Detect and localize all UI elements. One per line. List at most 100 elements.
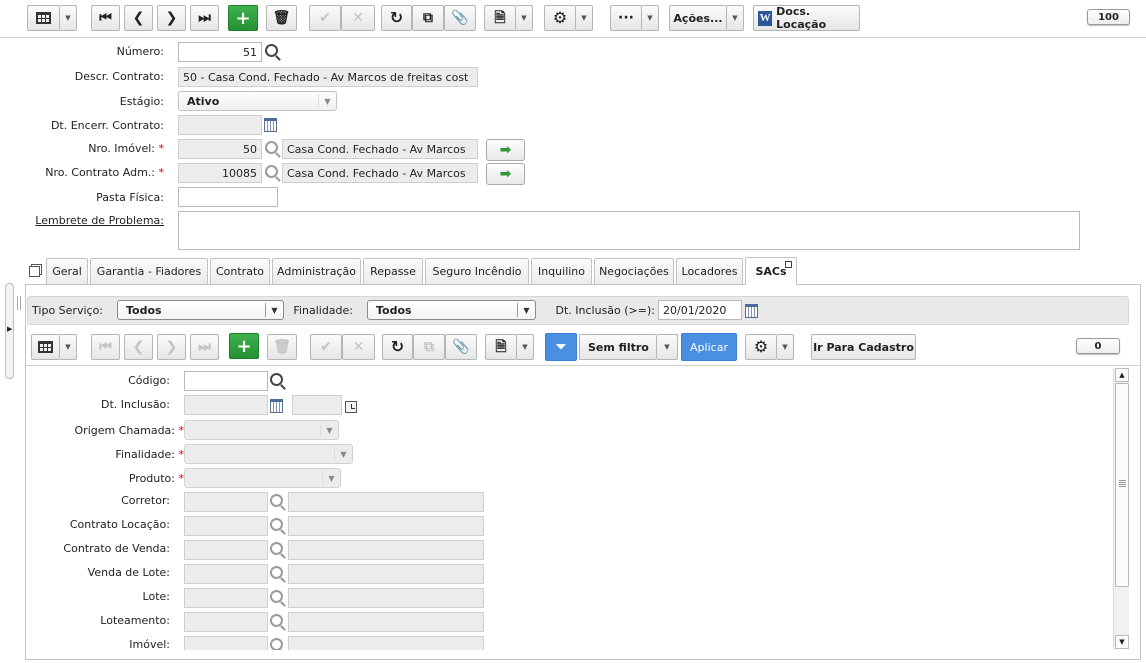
codigo-input[interactable] <box>184 371 268 391</box>
imovel-search-icon[interactable] <box>270 638 283 650</box>
sacs-last-record-button[interactable]: ⏭ <box>190 334 219 360</box>
sacs-cancel-button[interactable]: ✕ <box>342 334 375 360</box>
numero-input[interactable]: 51 <box>178 42 262 62</box>
sac-hora-inclusao-input[interactable] <box>292 395 342 415</box>
sacs-copy-button[interactable]: ⧉ <box>413 334 445 360</box>
nro-imovel-search-icon[interactable] <box>265 141 278 154</box>
produto-select[interactable]: ▼ <box>184 468 341 488</box>
add-button[interactable]: + <box>228 5 258 31</box>
dt-encerr-input[interactable] <box>178 115 262 135</box>
first-record-button[interactable]: ⏮ <box>91 5 120 31</box>
sacs-grid-view-button[interactable] <box>31 334 60 360</box>
calendar-icon[interactable] <box>270 399 283 413</box>
actions-dropdown[interactable] <box>727 5 744 31</box>
filter-button[interactable]: ⏷ <box>545 333 577 361</box>
sacs-first-record-button[interactable]: ⏮ <box>91 334 120 360</box>
export-button[interactable]: 🗎 <box>484 5 516 31</box>
last-record-button[interactable]: ⏭ <box>190 5 219 31</box>
venda-lote-input[interactable] <box>184 564 268 584</box>
codigo-search-icon[interactable] <box>270 373 283 386</box>
copy-button[interactable]: ⧉ <box>412 5 444 31</box>
export-dropdown[interactable] <box>516 5 533 31</box>
sacs-grid-view-dropdown[interactable] <box>60 334 77 360</box>
corretor-input[interactable] <box>184 492 268 512</box>
sacs-next-record-button[interactable]: ❯ <box>157 334 186 360</box>
tab-garantia-fiadores[interactable]: Garantia - Fiadores <box>90 258 208 284</box>
side-panel-handle[interactable]: ▶ <box>5 283 14 379</box>
nro-contrato-adm-search-icon[interactable] <box>265 165 278 178</box>
grid-view-dropdown[interactable] <box>60 5 77 31</box>
lembrete-problema-link[interactable]: Lembrete de Problema: <box>35 214 164 227</box>
confirm-button[interactable]: ✔ <box>309 5 341 31</box>
loteamento-search-icon[interactable] <box>270 614 283 627</box>
sacs-export-dropdown[interactable] <box>517 334 534 360</box>
calendar-icon[interactable] <box>745 304 758 318</box>
delete-button[interactable]: 🗑 <box>266 5 297 31</box>
calendar-icon[interactable] <box>264 118 277 132</box>
contrato-locacao-input[interactable] <box>184 516 268 536</box>
contrato-venda-input[interactable] <box>184 540 268 560</box>
tab-seguro-incendio[interactable]: Seguro Incêndio <box>425 258 529 284</box>
numero-search-icon[interactable] <box>265 44 278 57</box>
more-button[interactable]: ··· <box>610 5 642 31</box>
nro-imovel-input[interactable]: 50 <box>178 139 262 159</box>
sem-filtro-button[interactable]: Sem filtro <box>579 334 657 360</box>
more-dropdown[interactable] <box>642 5 659 31</box>
loteamento-input[interactable] <box>184 612 268 632</box>
nro-contrato-adm-go-button[interactable]: ➡ <box>486 163 525 185</box>
splitter-grip[interactable] <box>17 296 21 310</box>
sacs-refresh-button[interactable]: ↻ <box>382 334 413 360</box>
lote-input[interactable] <box>184 588 268 608</box>
venda-lote-search-icon[interactable] <box>270 566 283 579</box>
scroll-thumb[interactable] <box>1115 383 1129 587</box>
settings-button[interactable]: ⚙ <box>544 5 576 31</box>
sacs-confirm-button[interactable]: ✔ <box>310 334 342 360</box>
sac-finalidade-select[interactable]: ▼ <box>184 444 353 464</box>
settings-dropdown[interactable] <box>576 5 593 31</box>
scroll-up-button[interactable]: ▲ <box>1115 368 1129 382</box>
sacs-delete-button[interactable]: 🗑 <box>267 334 297 360</box>
docs-locacao-button[interactable]: W Docs. Locação <box>753 5 860 31</box>
sacs-settings-dropdown[interactable] <box>777 334 794 360</box>
scroll-down-button[interactable]: ▼ <box>1115 635 1129 649</box>
vertical-scrollbar[interactable]: ▲ ▼ <box>1113 368 1129 649</box>
tab-locadores[interactable]: Locadores <box>676 258 743 284</box>
tab-negociacoes[interactable]: Negociações <box>594 258 674 284</box>
tab-administracao[interactable]: Administração <box>272 258 361 284</box>
tab-sacs[interactable]: SACs <box>745 257 797 285</box>
grid-view-button[interactable] <box>27 5 60 31</box>
actions-button[interactable]: Ações... <box>669 5 727 31</box>
origem-chamada-select[interactable]: ▼ <box>184 420 339 440</box>
sem-filtro-dropdown[interactable] <box>657 334 678 360</box>
sacs-settings-button[interactable]: ⚙ <box>745 334 777 360</box>
nro-contrato-adm-input[interactable]: 10085 <box>178 163 262 183</box>
refresh-button[interactable]: ↻ <box>381 5 412 31</box>
clock-icon[interactable] <box>345 401 357 413</box>
tab-geral[interactable]: Geral <box>46 258 88 284</box>
aplicar-button[interactable]: Aplicar <box>681 333 737 361</box>
finalidade-filter-select[interactable]: Todos ▼ <box>367 300 536 320</box>
contrato-locacao-search-icon[interactable] <box>270 518 283 531</box>
tab-repasse[interactable]: Repasse <box>363 258 423 284</box>
lembrete-problema-textarea[interactable] <box>178 211 1080 250</box>
tab-inquilino[interactable]: Inquilino <box>531 258 592 284</box>
dt-inclusao-filter-input[interactable]: 20/01/2020 <box>658 300 742 320</box>
tipo-servico-select[interactable]: Todos ▼ <box>117 300 284 320</box>
sacs-add-button[interactable]: + <box>229 333 259 359</box>
contrato-venda-search-icon[interactable] <box>270 542 283 555</box>
restore-window-icon[interactable] <box>29 266 40 277</box>
next-record-button[interactable]: ❯ <box>157 5 186 31</box>
ir-para-cadastro-button[interactable]: Ir Para Cadastro <box>811 334 916 360</box>
attach-button[interactable]: 📎 <box>444 5 476 31</box>
corretor-search-icon[interactable] <box>270 494 283 507</box>
previous-record-button[interactable]: ❮ <box>124 5 153 31</box>
estagio-select[interactable]: Ativo ▼ <box>178 91 337 111</box>
popout-icon[interactable] <box>785 261 792 268</box>
imovel-input[interactable] <box>184 636 268 650</box>
sacs-previous-record-button[interactable]: ❮ <box>124 334 153 360</box>
cancel-button[interactable]: ✕ <box>341 5 375 31</box>
sacs-attach-button[interactable]: 📎 <box>445 334 477 360</box>
tab-contrato[interactable]: Contrato <box>210 258 270 284</box>
sac-dt-inclusao-input[interactable] <box>184 395 268 415</box>
pasta-fisica-input[interactable] <box>178 187 278 207</box>
